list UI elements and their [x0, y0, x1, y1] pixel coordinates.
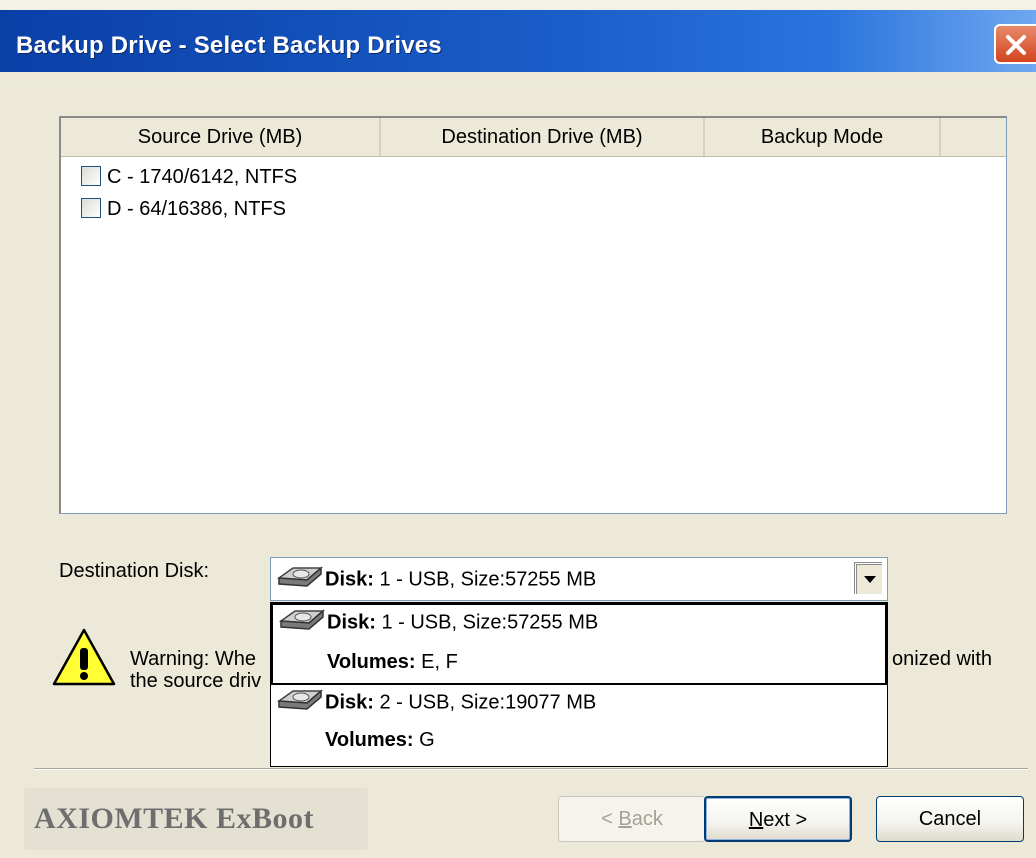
next-rest: ext > — [763, 809, 808, 831]
brand-text: AXIOMTEK ExBoot — [34, 802, 315, 835]
drive-c-checkbox[interactable] — [81, 165, 101, 186]
drive-d-checkbox[interactable] — [81, 197, 101, 218]
column-source-drive[interactable]: Source Drive (MB) — [61, 118, 381, 156]
destination-disk-combobox[interactable]: Disk: 1 - USB, Size:57255 MB — [270, 557, 888, 601]
list-header: Source Drive (MB) Destination Drive (MB)… — [61, 118, 1006, 157]
column-destination-drive[interactable]: Destination Drive (MB) — [381, 118, 705, 156]
window-title: Backup Drive - Select Backup Drives — [16, 32, 442, 59]
dropdown-option-disk-2[interactable]: Disk: 2 - USB, Size:19077 MB Volumes: G — [271, 685, 887, 767]
destination-disk-dropdown-list[interactable]: Disk: 1 - USB, Size:57255 MB Volumes: E,… — [270, 602, 888, 767]
option-1-disk-key: Disk: — [327, 611, 376, 634]
disk-icon — [279, 609, 325, 630]
option-2-volumes-line: Volumes: G — [325, 729, 435, 752]
cancel-button[interactable]: Cancel — [876, 796, 1024, 842]
chevron-down-icon — [864, 576, 876, 583]
list-item[interactable]: C - 1740/6142, NTFS — [81, 162, 297, 192]
warning-text-right: onized with — [892, 648, 993, 670]
next-button[interactable]: Next > — [704, 796, 852, 842]
drive-c-label: C - 1740/6142, NTFS — [107, 166, 298, 188]
dropdown-arrow-button[interactable] — [855, 563, 883, 595]
combo-selected-value: Disk: 1 - USB, Size:57255 MB — [277, 566, 596, 594]
brand-logo: AXIOMTEK ExBoot — [24, 788, 368, 850]
list-item[interactable]: D - 64/16386, NTFS — [81, 194, 286, 224]
option-2-disk-value: 2 - USB, Size:19077 MB — [379, 691, 597, 714]
back-rest: ack — [631, 808, 663, 830]
title-strip[interactable]: Backup Drive - Select Backup Drives — [0, 10, 1036, 72]
warning-icon — [50, 626, 118, 694]
option-1-vol-key: Volumes: — [327, 651, 416, 673]
destination-disk-label: Destination Disk: — [59, 560, 210, 582]
warning-text-line2: the source driv — [130, 670, 262, 692]
footer-separator — [34, 768, 1028, 770]
back-button[interactable]: < Back — [558, 796, 706, 842]
option-2-vol-value: G — [419, 729, 435, 751]
drive-list[interactable]: Source Drive (MB) Destination Drive (MB)… — [59, 116, 1007, 514]
back-prefix: < — [601, 808, 619, 830]
dropdown-option-disk-1[interactable]: Disk: 1 - USB, Size:57255 MB Volumes: E,… — [271, 603, 887, 685]
option-2-vol-key: Volumes: — [325, 729, 414, 751]
combo-disk-value: 1 - USB, Size:57255 MB — [379, 568, 597, 591]
option-1-disk-line: Disk: 1 - USB, Size:57255 MB — [279, 609, 598, 637]
close-button[interactable] — [994, 24, 1036, 64]
drive-d-label: D - 64/16386, NTFS — [107, 198, 286, 220]
option-1-disk-value: 1 - USB, Size:57255 MB — [381, 611, 599, 634]
option-2-disk-line: Disk: 2 - USB, Size:19077 MB — [277, 689, 596, 717]
back-mnemonic: B — [618, 808, 632, 830]
disk-icon — [277, 689, 323, 710]
next-mnemonic: N — [748, 809, 764, 831]
option-1-volumes-line: Volumes: E, F — [327, 651, 458, 674]
warning-text-line1: Warning: Whe — [130, 648, 256, 670]
option-1-vol-value: E, F — [421, 651, 458, 673]
column-backup-mode[interactable]: Backup Mode — [705, 118, 941, 156]
close-icon — [1006, 35, 1026, 55]
window-titlebar: Backup Drive - Select Backup Drives — [0, 0, 1036, 90]
combo-disk-key: Disk: — [325, 568, 374, 591]
option-2-disk-key: Disk: — [325, 691, 374, 714]
disk-icon — [277, 566, 323, 587]
